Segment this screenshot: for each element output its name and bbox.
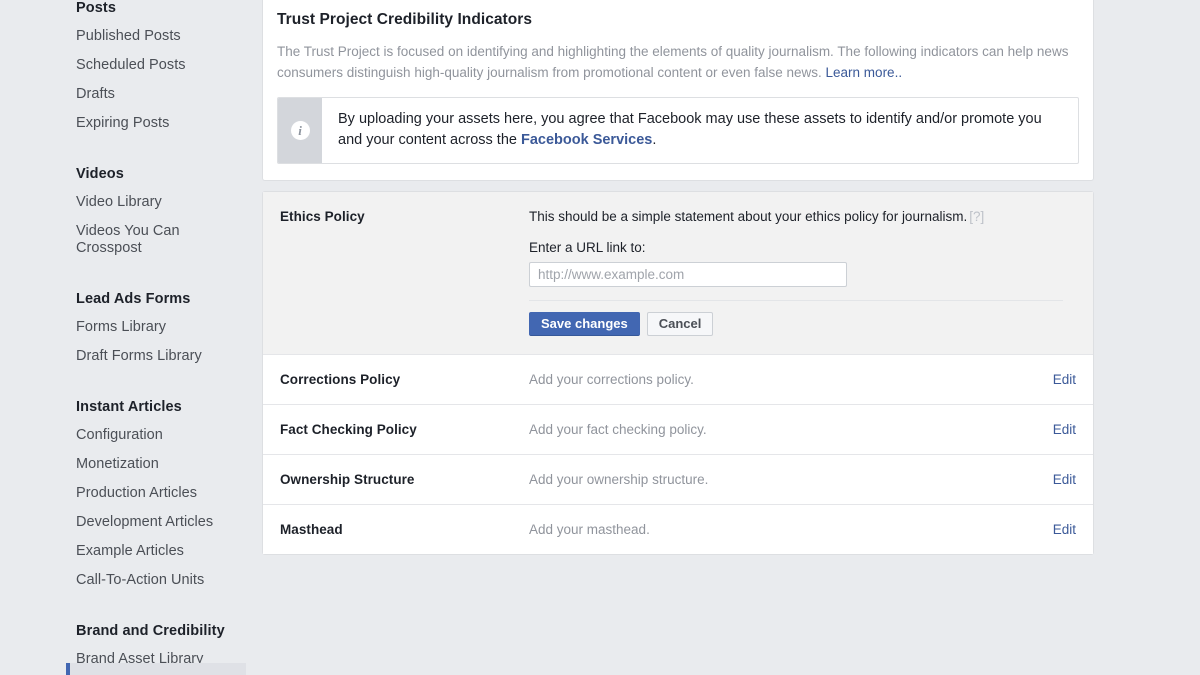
sidebar-item-drafts[interactable]: Drafts [76, 86, 226, 115]
ethics-policy-form: This should be a simple statement about … [529, 192, 1093, 346]
edit-link-masthead[interactable]: Edit [1053, 522, 1076, 537]
row-label-corrections-policy: Corrections Policy [280, 372, 401, 387]
table-row-fact-checking-policy: Fact Checking Policy Add your fact check… [263, 405, 1093, 455]
table-row-corrections-policy: Corrections Policy Add your corrections … [263, 355, 1093, 405]
sidebar-item-example-articles[interactable]: Example Articles [76, 543, 226, 572]
intro-description: The Trust Project is focused on identify… [277, 41, 1077, 97]
row-value-masthead: Add your masthead. [529, 522, 650, 537]
sidebar-group-title-brand-and-credibility: Brand and Credibility [76, 623, 225, 639]
sidebar-item-forms-library[interactable]: Forms Library [76, 319, 226, 348]
facebook-services-link[interactable]: Facebook Services [521, 132, 652, 148]
ethics-policy-description: This should be a simple statement about … [529, 209, 1076, 240]
assets-consent-text: By uploading your assets here, you agree… [322, 98, 1078, 163]
trust-project-intro-panel: Trust Project Credibility Indicators The… [262, 0, 1094, 181]
sidebar-group-posts: Posts Published Posts Scheduled Posts Dr… [76, 0, 245, 144]
row-action-ownership-structure: Edit [1003, 455, 1093, 504]
intro-description-text: The Trust Project is focused on identify… [277, 44, 1069, 80]
sidebar-item-draft-forms-library[interactable]: Draft Forms Library [76, 348, 226, 377]
page-title: Trust Project Credibility Indicators [277, 11, 533, 28]
sidebar: Posts Published Posts Scheduled Posts Dr… [0, 0, 246, 675]
edit-link-corrections-policy[interactable]: Edit [1053, 372, 1076, 387]
assets-consent-text-part2: . [652, 132, 657, 148]
sidebar-group-lead-ads-forms: Lead Ads Forms Forms Library Draft Forms… [76, 291, 245, 377]
sidebar-item-scheduled-posts[interactable]: Scheduled Posts [76, 57, 226, 86]
sidebar-group-title-videos: Videos [76, 166, 124, 182]
learn-more-link[interactable]: Learn more.. [826, 65, 903, 80]
ethics-policy-description-text: This should be a simple statement about … [529, 209, 968, 224]
page-root: Posts Published Posts Scheduled Posts Dr… [0, 0, 1200, 675]
row-label-ethics-policy: Ethics Policy [280, 209, 365, 224]
url-field-label: Enter a URL link to: [529, 240, 646, 255]
main-content: Trust Project Credibility Indicators The… [245, 0, 1200, 675]
ethics-policy-url-input[interactable] [529, 262, 847, 287]
table-row-masthead: Masthead Add your masthead. Edit [263, 505, 1093, 554]
sidebar-group-title-instant-articles: Instant Articles [76, 399, 182, 415]
sidebar-group-title-posts: Posts [76, 0, 116, 16]
row-label-fact-checking-policy: Fact Checking Policy [280, 422, 417, 437]
sidebar-item-expiring-posts[interactable]: Expiring Posts [76, 115, 226, 144]
sidebar-group-videos: Videos Video Library Videos You Can Cros… [76, 166, 245, 269]
sidebar-item-development-articles[interactable]: Development Articles [76, 514, 226, 543]
table-row-ownership-structure: Ownership Structure Add your ownership s… [263, 455, 1093, 505]
info-icon-cell: i [278, 98, 322, 163]
row-action-masthead: Edit [1003, 505, 1093, 554]
edit-link-ownership-structure[interactable]: Edit [1053, 472, 1076, 487]
sidebar-item-monetization[interactable]: Monetization [76, 456, 226, 485]
row-value-fact-checking-policy: Add your fact checking policy. [529, 422, 707, 437]
assets-consent-text-part1: By uploading your assets here, you agree… [338, 111, 1042, 148]
sidebar-item-published-posts[interactable]: Published Posts [76, 28, 226, 57]
sidebar-item-selected-indicator[interactable] [66, 663, 246, 675]
save-changes-button[interactable]: Save changes [529, 312, 640, 336]
row-label-masthead: Masthead [280, 522, 343, 537]
row-value-ownership-structure: Add your ownership structure. [529, 472, 709, 487]
edit-link-fact-checking-policy[interactable]: Edit [1053, 422, 1076, 437]
row-value-corrections-policy: Add your corrections policy. [529, 372, 694, 387]
sidebar-group-title-lead-ads-forms: Lead Ads Forms [76, 291, 191, 307]
row-action-corrections-policy: Edit [1003, 355, 1093, 404]
table-row-ethics-policy: Ethics Policy This should be a simple st… [263, 192, 1093, 355]
sidebar-item-videos-you-can-crosspost[interactable]: Videos You Can Crosspost [76, 223, 226, 269]
sidebar-group-instant-articles: Instant Articles Configuration Monetizat… [76, 399, 245, 601]
sidebar-item-configuration[interactable]: Configuration [76, 427, 226, 456]
form-button-row: Save changes Cancel [529, 301, 1076, 342]
assets-consent-banner: i By uploading your assets here, you agr… [277, 97, 1079, 164]
help-marker-icon[interactable]: [?] [969, 209, 984, 224]
cancel-button[interactable]: Cancel [646, 312, 714, 336]
info-circle-icon: i [290, 121, 310, 140]
credibility-indicators-table: Ethics Policy This should be a simple st… [262, 191, 1094, 555]
sidebar-item-call-to-action-units[interactable]: Call-To-Action Units [76, 572, 226, 601]
sidebar-item-production-articles[interactable]: Production Articles [76, 485, 226, 514]
row-action-fact-checking-policy: Edit [1003, 405, 1093, 454]
row-label-ownership-structure: Ownership Structure [280, 472, 415, 487]
sidebar-item-video-library[interactable]: Video Library [76, 194, 226, 223]
